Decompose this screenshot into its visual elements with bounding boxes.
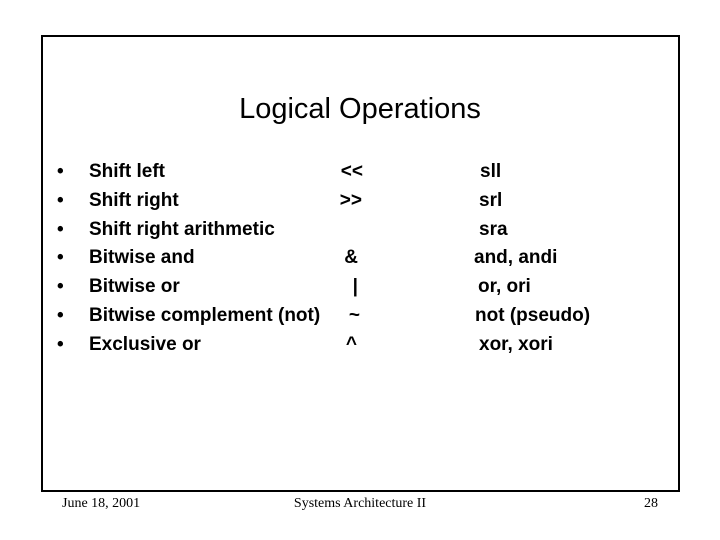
operator-symbol: ~ [348,305,360,326]
list-item: • Bitwise and & and, andi [0,247,720,276]
list-item: • Shift right arithmetic sra [0,219,720,248]
slide-title: Logical Operations [239,93,481,125]
bullet-icon: • [57,276,64,297]
instruction-name: not (pseudo) [475,305,591,326]
operation-label: Shift right arithmetic [89,219,275,240]
instruction-name: and, andi [474,247,558,268]
operation-label: Shift left [89,161,165,182]
operation-label: Bitwise or [89,276,180,297]
list-item: • Shift right >> srl [0,190,720,219]
operator-symbol: & [344,247,358,268]
list-item: • Bitwise or | or, ori [0,276,720,305]
operator-symbol: | [352,276,358,297]
bullet-icon: • [57,161,64,182]
operator-symbol: >> [339,190,362,211]
bullet-icon: • [57,190,64,211]
operation-label: Shift right [89,190,179,211]
operation-label: Bitwise complement (not) [89,305,321,326]
footer-course-title: Systems Architecture II [293,496,427,511]
instruction-name: xor, xori [479,334,553,355]
operation-label: Bitwise and [89,247,195,268]
operator-symbol: ^ [345,334,357,355]
list-item: • Exclusive or ^ xor, xori [0,334,720,363]
bullet-icon: • [57,247,64,268]
bullet-icon: • [57,305,64,326]
footer-page-number: 28 [644,496,658,511]
operation-label: Exclusive or [89,334,201,355]
instruction-name: sra [479,219,508,240]
list-item: • Shift left << sll [0,161,720,190]
list-item: • Bitwise complement (not) ~ not (pseudo… [0,305,720,334]
instruction-name: srl [479,190,503,211]
bullet-icon: • [57,334,64,355]
instruction-name: or, ori [478,276,531,297]
operator-symbol: << [340,161,363,182]
instruction-name: sll [480,161,502,182]
bullet-icon: • [57,219,64,240]
